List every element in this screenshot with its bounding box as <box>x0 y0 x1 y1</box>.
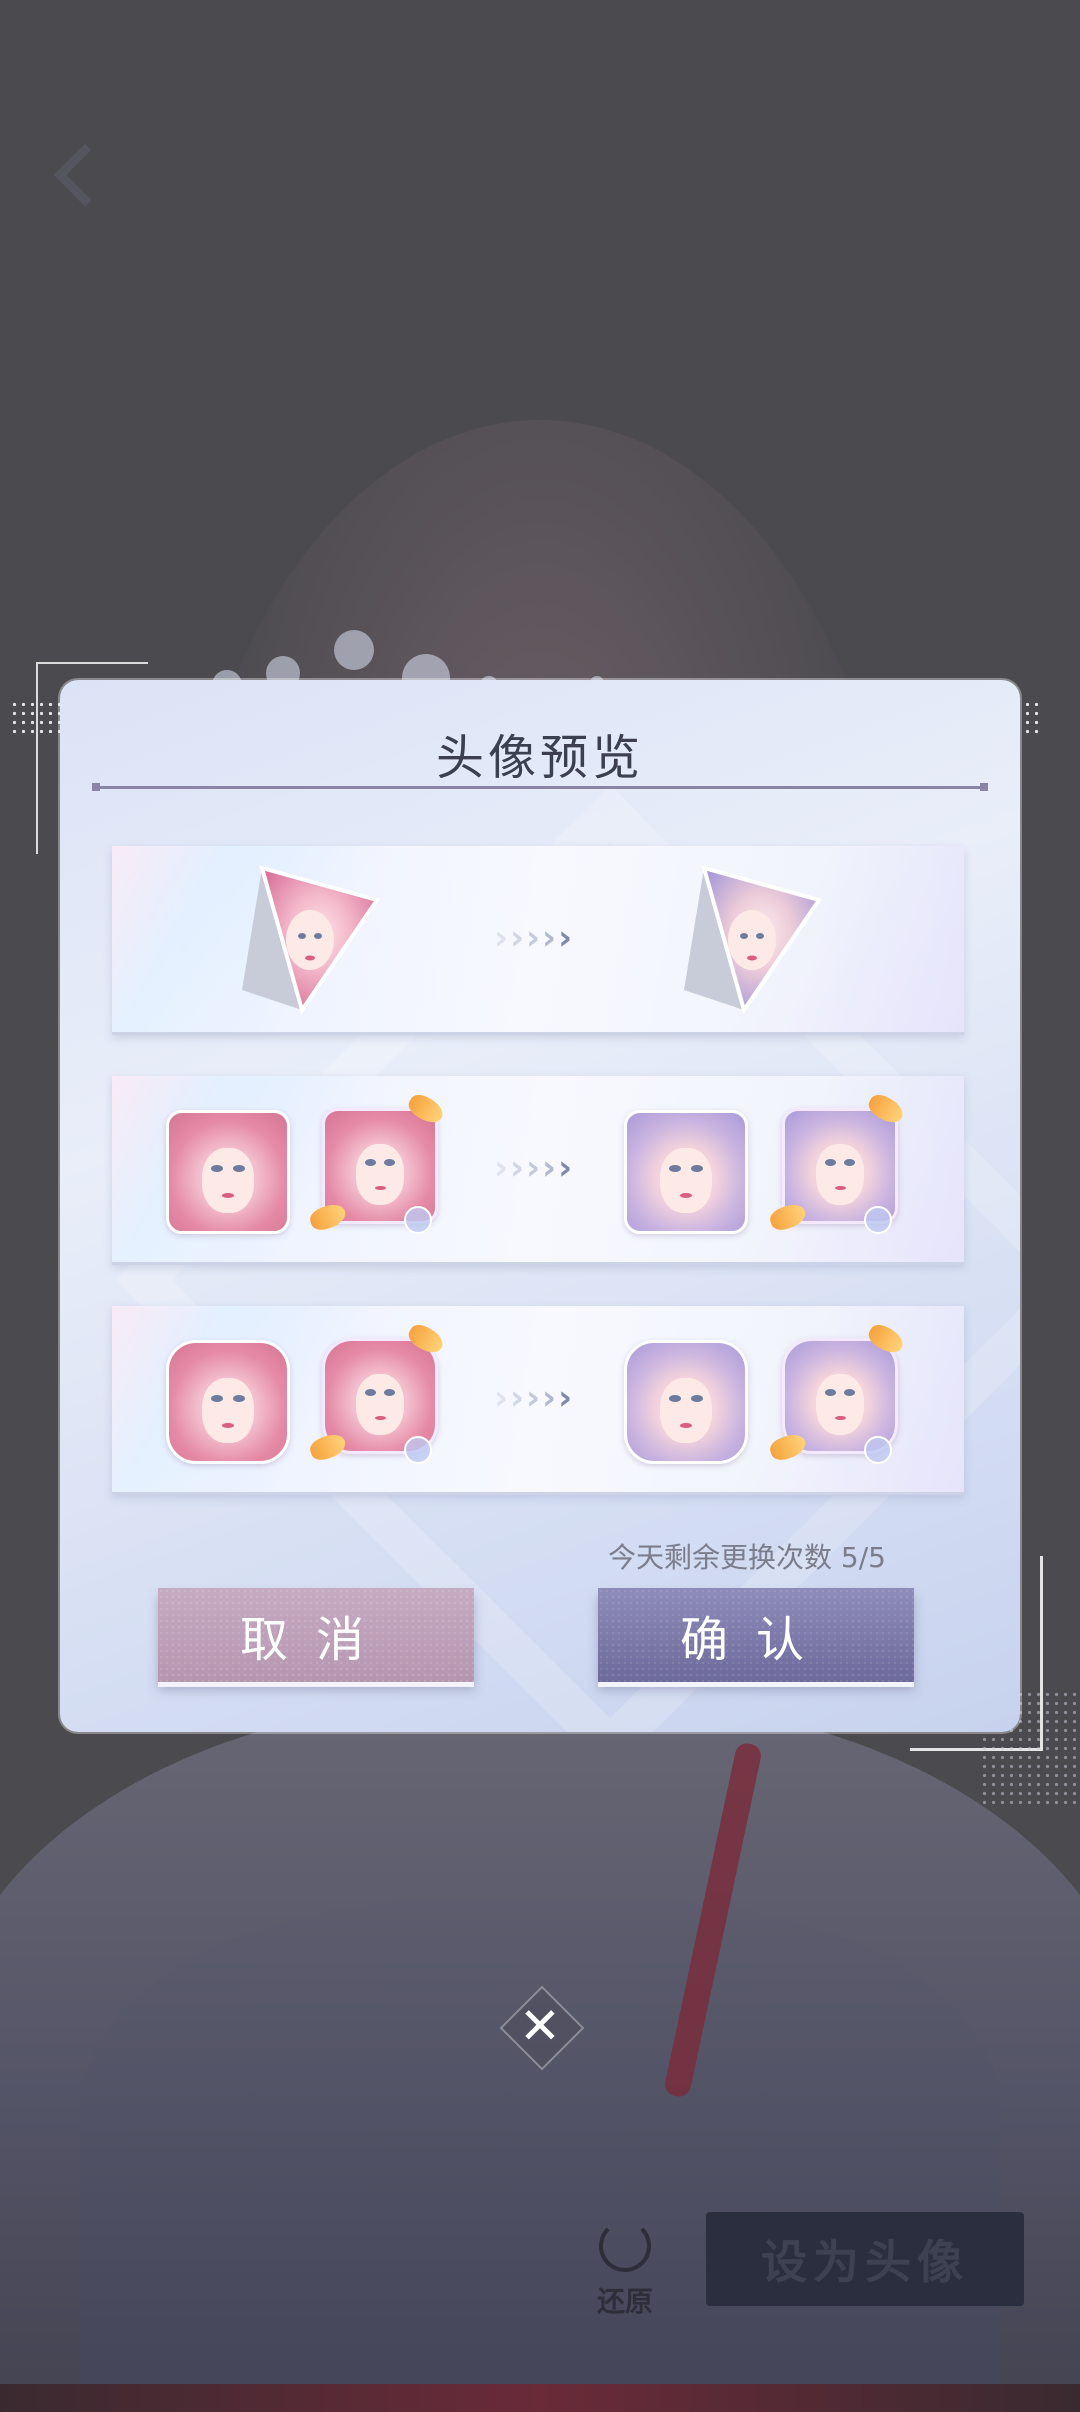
new-triangle-avatar <box>684 865 823 1015</box>
arrow-chevrons-icon: › › › › › <box>494 1378 573 1418</box>
restore-icon <box>599 2220 651 2272</box>
bead-decoration <box>864 1206 892 1234</box>
restore-button[interactable]: 还原 <box>590 2220 660 2320</box>
close-icon: ✕ <box>519 1997 561 2055</box>
back-arrow-icon[interactable] <box>40 140 110 210</box>
preview-row-round: › › › › › <box>112 1306 964 1495</box>
current-triangle-avatar <box>242 865 381 1015</box>
current-square-avatar <box>166 1110 290 1234</box>
preview-row-triangle: › › › › › <box>112 846 964 1035</box>
arrow-chevrons-icon: › › › › › <box>494 918 573 958</box>
close-button[interactable]: ✕ <box>499 1985 585 2071</box>
preview-row-square: › › › › › <box>112 1076 964 1265</box>
new-square-framed-avatar <box>767 1090 912 1244</box>
current-round-framed-avatar <box>307 1320 452 1474</box>
character-skirt-layer <box>80 1900 1000 2412</box>
new-square-avatar <box>624 1110 748 1234</box>
current-square-framed-avatar <box>307 1090 452 1244</box>
title-divider <box>92 783 988 791</box>
bottom-strip <box>0 2384 1080 2412</box>
cancel-button[interactable]: 取消 <box>158 1588 474 1682</box>
set-avatar-button[interactable]: 设为头像 <box>706 2212 1024 2306</box>
bead-decoration <box>404 1206 432 1234</box>
new-round-avatar <box>624 1340 748 1464</box>
restore-label: 还原 <box>596 2285 653 2318</box>
confirm-button[interactable]: 确认 <box>598 1588 914 1682</box>
bead-decoration <box>864 1436 892 1464</box>
current-round-avatar <box>166 1340 290 1464</box>
dialog-title: 头像预览 <box>435 730 644 786</box>
remaining-changes-text: 今天剩余更换次数 5/5 <box>608 1541 886 1574</box>
arrow-chevrons-icon: › › › › › <box>494 1148 573 1188</box>
new-round-framed-avatar <box>767 1320 912 1474</box>
avatar-preview-dialog: 头像预览 › › › › › › › › › › › › › › › 今天剩余更… <box>60 680 1020 1732</box>
bead-decoration <box>404 1436 432 1464</box>
bubble-decoration <box>334 630 374 670</box>
